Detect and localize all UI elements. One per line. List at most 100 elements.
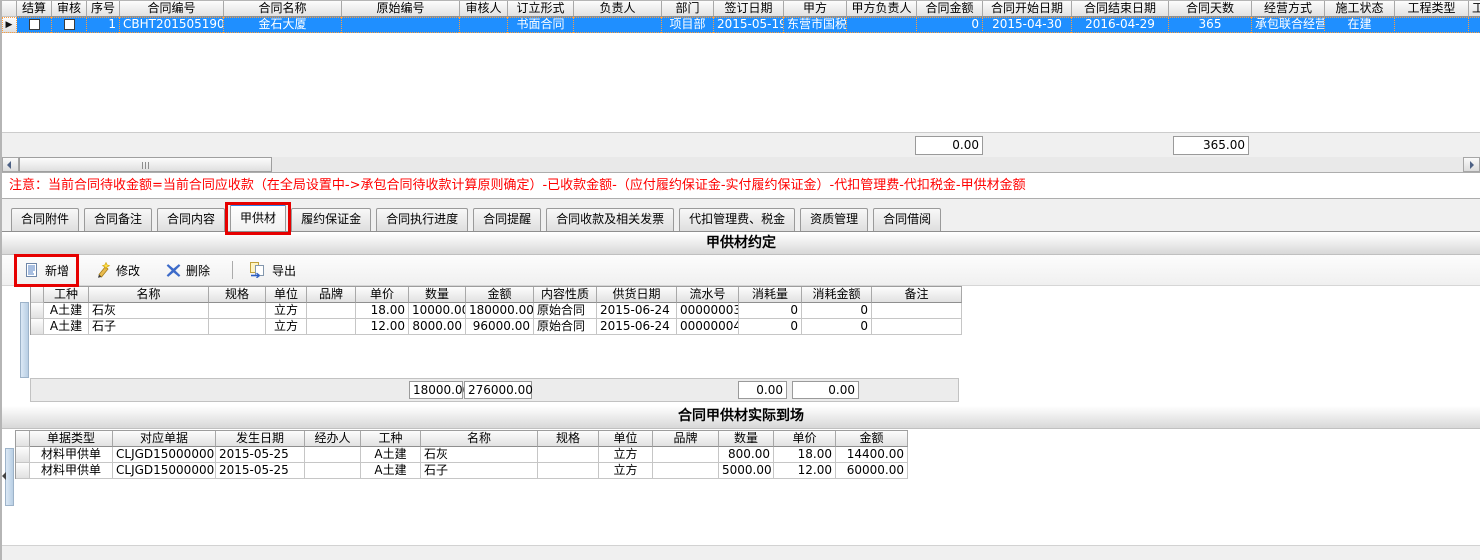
column-header[interactable]: 对应单据 [113, 431, 216, 447]
cell[interactable]: 12.00 [356, 319, 409, 335]
cell[interactable] [872, 319, 962, 335]
cell[interactable]: 365 [1169, 17, 1252, 33]
cell[interactable] [31, 303, 44, 319]
scroll-right-button[interactable] [1463, 157, 1480, 172]
cell[interactable]: 12.00 [774, 463, 836, 479]
cell[interactable]: 00000003 [677, 303, 739, 319]
column-header[interactable]: 经办人 [305, 431, 361, 447]
cell[interactable] [16, 447, 30, 463]
cell[interactable]: 5000.00 [719, 463, 774, 479]
column-header[interactable]: 名称 [421, 431, 538, 447]
tab-contract-remarks[interactable]: 合同备注 [84, 208, 152, 231]
cell[interactable]: 石子 [89, 319, 209, 335]
column-header[interactable]: 备注 [872, 287, 962, 303]
cell[interactable] [209, 303, 266, 319]
cell[interactable]: 金石大厦 [224, 17, 342, 33]
quantity-total-box[interactable]: 18000.00 [409, 381, 463, 399]
consumed-quantity-total-box[interactable]: 0.00 [738, 381, 787, 399]
column-header[interactable] [16, 431, 30, 447]
column-header[interactable]: 审核人 [460, 1, 508, 17]
tab-contract-reminder[interactable]: 合同提醒 [473, 208, 541, 231]
tab-performance-bond[interactable]: 履约保证金 [291, 208, 371, 231]
scrollbar-thumb[interactable] [19, 157, 272, 172]
delete-button[interactable]: 删除 [160, 259, 216, 282]
cell[interactable]: 立方 [599, 463, 653, 479]
cell[interactable]: 2016-04-29 [1072, 17, 1169, 33]
cell[interactable] [305, 463, 361, 479]
scroll-left-button[interactable] [2, 157, 19, 172]
cell[interactable]: 原始合同 [534, 319, 597, 335]
cell[interactable]: 0 [802, 319, 872, 335]
cell[interactable]: 2015-06-24 [597, 303, 677, 319]
cell[interactable] [538, 447, 599, 463]
cell[interactable]: 2015-05-19 [714, 17, 784, 33]
column-header[interactable]: 单据类型 [30, 431, 113, 447]
column-header[interactable]: 合同天数 [1169, 1, 1252, 17]
column-header[interactable] [2, 1, 17, 17]
cell[interactable]: 承包联合经营 [1252, 17, 1325, 33]
cell[interactable]: 0 [739, 319, 802, 335]
column-header[interactable]: 序号 [87, 1, 120, 17]
column-header[interactable]: 消耗量 [739, 287, 802, 303]
column-header[interactable]: 合同编号 [120, 1, 224, 17]
column-header[interactable]: 规格 [538, 431, 599, 447]
column-header[interactable]: 合同名称 [224, 1, 342, 17]
column-header[interactable]: 流水号 [677, 287, 739, 303]
tab-contract-attachments[interactable]: 合同附件 [11, 208, 79, 231]
cell[interactable] [653, 463, 719, 479]
checkbox[interactable] [64, 19, 75, 30]
cell[interactable]: 立方 [266, 319, 307, 335]
table1-vertical-scrollbar[interactable] [20, 302, 29, 378]
cell[interactable]: 180000.00 [466, 303, 534, 319]
tab-withheld-fees-taxes[interactable]: 代扣管理费、税金 [679, 208, 795, 231]
cell[interactable]: 96000.00 [466, 319, 534, 335]
column-header[interactable]: 审核 [52, 1, 87, 17]
table-row[interactable]: A土建石灰立方18.0010000.00180000.00原始合同2015-06… [31, 303, 962, 319]
column-header[interactable]: 内容性质 [534, 287, 597, 303]
column-header[interactable]: 合同结束日期 [1072, 1, 1169, 17]
cell[interactable] [307, 303, 356, 319]
cell[interactable] [872, 303, 962, 319]
tab-contract-content[interactable]: 合同内容 [157, 208, 225, 231]
cell[interactable]: 60000.00 [836, 463, 908, 479]
cell[interactable]: A土建 [361, 463, 421, 479]
cell[interactable] [1469, 17, 1480, 33]
column-header[interactable]: 工种 [44, 287, 89, 303]
column-header[interactable]: 合同开始日期 [983, 1, 1072, 17]
tab-contract-receipts-invoices[interactable]: 合同收款及相关发票 [546, 208, 674, 231]
cell[interactable] [52, 17, 87, 33]
column-header[interactable]: 甲方负责人 [847, 1, 917, 17]
tab-contract-borrowing[interactable]: 合同借阅 [873, 208, 941, 231]
column-header[interactable]: 单位 [599, 431, 653, 447]
column-header[interactable]: 负责人 [574, 1, 662, 17]
column-header[interactable]: 金额 [466, 287, 534, 303]
cell[interactable]: 18.00 [774, 447, 836, 463]
cell[interactable] [847, 17, 917, 33]
cell[interactable]: 00000004 [677, 319, 739, 335]
cell[interactable]: 石灰 [421, 447, 538, 463]
tab-owner-supplied-materials[interactable]: 甲供材 [230, 203, 286, 231]
consumed-amount-total-box[interactable]: 0.00 [792, 381, 859, 399]
cell[interactable]: 800.00 [719, 447, 774, 463]
add-button[interactable]: 新增 [18, 259, 75, 282]
cell[interactable]: 立方 [599, 447, 653, 463]
cell[interactable]: 材料甲供单 [30, 463, 113, 479]
cell[interactable] [342, 17, 460, 33]
cell[interactable] [17, 17, 52, 33]
cell[interactable]: 书面合同 [508, 17, 574, 33]
column-header[interactable]: 原始编号 [342, 1, 460, 17]
cell[interactable]: A土建 [44, 319, 89, 335]
table-row[interactable]: 材料甲供单CLJGD1500000012015-05-25A土建石子立方5000… [16, 463, 908, 479]
cell[interactable]: A土建 [44, 303, 89, 319]
column-header[interactable]: 工程类型 [1395, 1, 1469, 17]
cell[interactable]: 原始合同 [534, 303, 597, 319]
cell[interactable]: 14400.00 [836, 447, 908, 463]
cell[interactable] [653, 447, 719, 463]
cell[interactable] [209, 319, 266, 335]
cell[interactable] [1395, 17, 1469, 33]
cell[interactable]: CBHT2015051901 [120, 17, 224, 33]
table-row[interactable]: 材料甲供单CLJGD1500000012015-05-25A土建石灰立方800.… [16, 447, 908, 463]
contract-amount-total-box[interactable]: 0.00 [915, 136, 983, 155]
cell[interactable]: A土建 [361, 447, 421, 463]
column-header[interactable]: 发生日期 [216, 431, 305, 447]
